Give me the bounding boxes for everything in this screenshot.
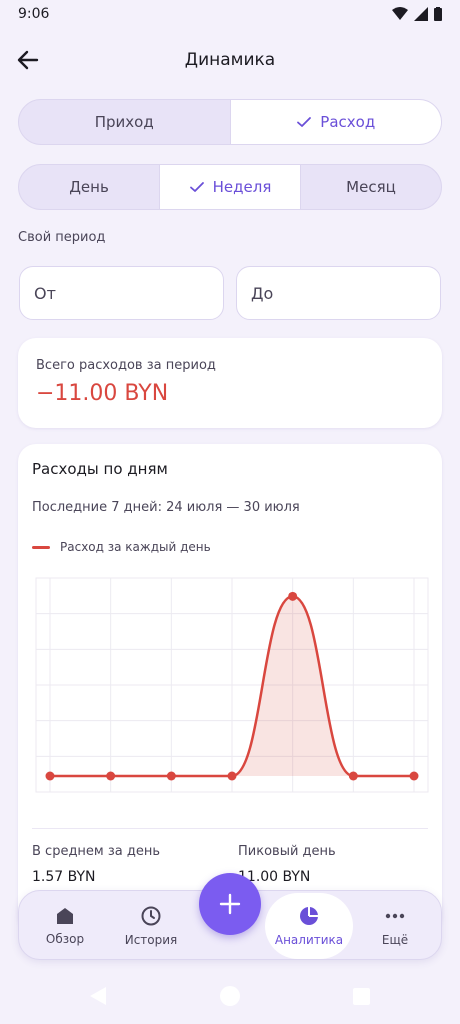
data-point [45, 771, 55, 781]
nav-item-analytics[interactable]: Аналитика [267, 891, 351, 961]
date-from-input[interactable] [19, 266, 224, 320]
clock-icon [141, 906, 161, 926]
average-label: В среднем за день [32, 844, 161, 859]
data-point [166, 771, 176, 781]
divider [32, 828, 428, 829]
data-point [348, 771, 358, 781]
average-value: 1.57 BYN [32, 869, 96, 885]
status-bar: 9:06 [0, 0, 460, 28]
more-icon [385, 913, 405, 919]
arrow-left-icon [17, 50, 39, 70]
nav-item-overview[interactable]: Обзор [23, 891, 107, 961]
plus-icon [219, 893, 241, 915]
back-button[interactable] [12, 44, 44, 76]
peak-stat: Пиковый день 11.00 BYN [238, 844, 336, 885]
chart-title: Расходы по дням [32, 460, 168, 478]
system-nav-bar [90, 986, 370, 1006]
tab-week[interactable]: Неделя [160, 165, 301, 209]
check-icon [189, 182, 204, 192]
chart-subtitle: Последние 7 дней: 24 июля — 30 июля [32, 500, 300, 515]
data-point [227, 771, 237, 781]
legend-label: Расход за каждый день [60, 540, 211, 554]
check-icon [297, 117, 312, 127]
wifi-icon [392, 7, 408, 20]
tab-income[interactable]: Приход [19, 100, 231, 144]
nav-item-history[interactable]: История [109, 891, 193, 961]
tab-day[interactable]: День [19, 165, 160, 209]
tab-expense[interactable]: Расход [230, 100, 441, 144]
peak-label: Пиковый день [238, 844, 336, 859]
data-point [409, 771, 419, 781]
add-transaction-button[interactable] [199, 873, 261, 935]
daily-expense-chart-card: Расходы по дням Последние 7 дней: 24 июл… [18, 444, 442, 934]
system-back-icon [90, 987, 106, 1005]
status-time: 9:06 [18, 6, 50, 22]
total-value: −11.00 BYN [36, 381, 169, 406]
custom-period-label: Свой период [18, 230, 106, 245]
battery-icon [434, 7, 442, 21]
home-icon [57, 908, 73, 924]
signal-icon [414, 7, 428, 21]
period-toggle: День Неделя Месяц [18, 164, 442, 210]
average-stat: В среднем за день 1.57 BYN [32, 844, 160, 885]
date-to-input[interactable] [236, 266, 441, 320]
app-bar: Динамика [0, 38, 460, 82]
nav-item-more[interactable]: Ещё [353, 891, 437, 961]
expense-area-chart [35, 577, 429, 793]
system-recents-icon [353, 988, 370, 1005]
page-title: Динамика [184, 50, 276, 70]
pie-chart-icon [300, 907, 318, 925]
total-expense-card: Всего расходов за период −11.00 BYN [18, 338, 442, 428]
chart-legend: Расход за каждый день [32, 540, 211, 554]
total-label: Всего расходов за период [36, 358, 216, 373]
data-point [288, 591, 298, 601]
data-point [106, 771, 116, 781]
legend-swatch [32, 545, 50, 549]
type-toggle: Приход Расход [18, 99, 442, 145]
tab-month[interactable]: Месяц [301, 165, 441, 209]
system-home-icon [220, 986, 240, 1006]
